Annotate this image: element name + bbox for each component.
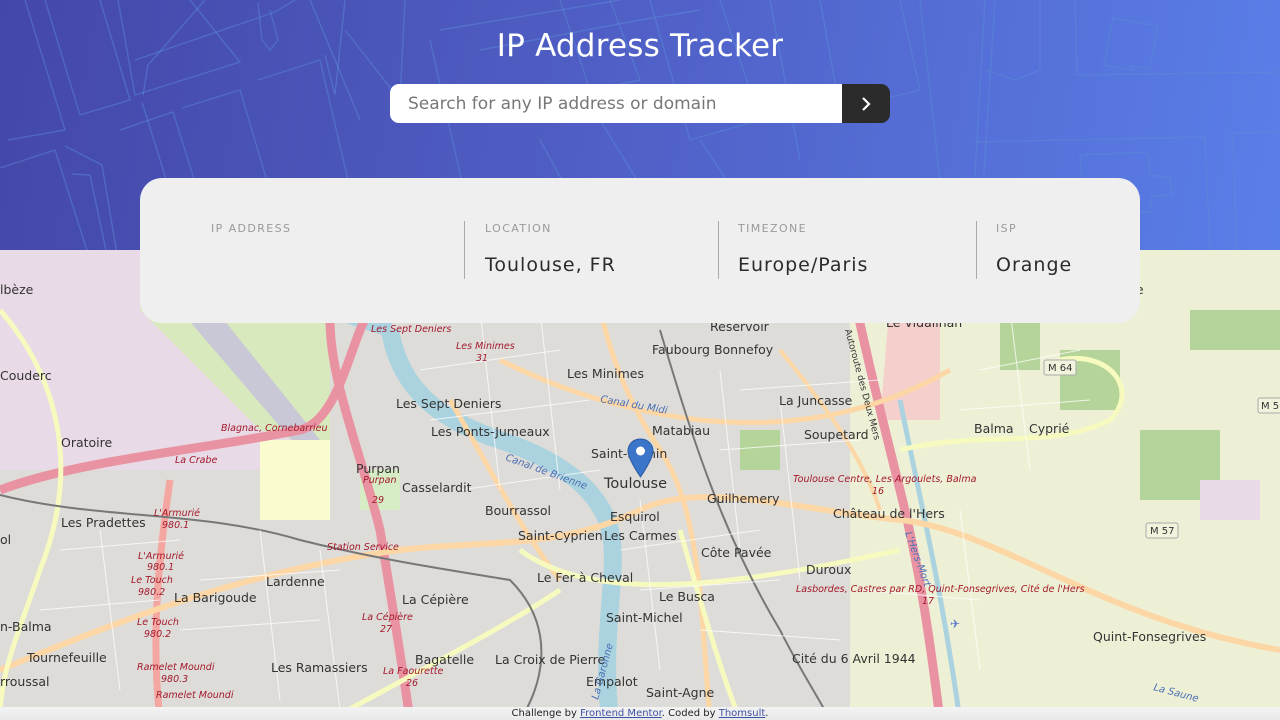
divider [718,221,719,279]
map-label: Balma [974,421,1014,436]
transit-label: Purpan [363,475,397,486]
transit-label: La Crabe [175,455,218,466]
map-label: Faubourg Bonnefoy [652,342,774,357]
footer-text: Challenge by [511,708,581,719]
location-value: Toulouse, FR [485,254,616,276]
transit-label: Toulouse Centre, Les Argoulets, Balma [793,474,977,485]
transit-label: 31 [476,353,488,364]
map-label: Couderc [0,368,52,383]
isp-label: ISP [996,222,1018,235]
transit-label: Blagnac, Cornebarrieu [221,423,328,434]
transit-label: Ramelet Moundi [137,662,215,673]
map-label: Quint-Fonsegrives [1093,629,1206,644]
timezone-label: TIMEZONE [738,222,807,235]
map-label: Oratoire [61,435,113,450]
search-input[interactable] [390,84,842,123]
map-label: Les Ramassiers [271,660,368,675]
map-label: Matabiau [652,423,710,438]
map-label-city: Toulouse [603,476,667,492]
map-label: La Cépière [402,592,469,607]
timezone-value: Europe/Paris [738,254,869,276]
transit-label: La Cépière [362,612,413,623]
transit-label: 980.1 [147,562,174,573]
map-label: Les Minimes [567,366,644,381]
transit-label: 980.1 [162,520,189,531]
map-label: Cyprié [1029,421,1070,436]
transit-label: 16 [872,486,884,497]
road-shield-label: M 64 [1048,363,1073,374]
map-label: Côte Pavée [701,545,772,560]
map-label: Bagatelle [415,652,474,667]
transit-label: Station Service [327,542,399,553]
map-label: Casselardit [402,480,472,495]
transit-label: Le Touch [137,617,179,628]
map-label: Tournefeuille [26,650,107,665]
map-label: Esquirol [610,509,660,524]
isp-value: Orange [996,254,1073,276]
map-label: ol [0,532,11,547]
author-link[interactable]: Thomsult [719,708,766,719]
transit-label: 26 [406,678,418,689]
chevron-right-icon [861,96,871,111]
page-title: IP Address Tracker [496,28,784,64]
map-pin-icon[interactable] [627,438,654,478]
transit-label: Ramelet Moundi [156,690,234,701]
ip-info-card: IP ADDRESS LOCATION Toulouse, FR TIMEZON… [140,178,1140,323]
divider [464,221,465,279]
transit-label: 17 [922,596,934,607]
search-form [390,84,890,123]
map-label: Saint-Agne [646,685,715,700]
ip-address-label: IP ADDRESS [211,222,292,235]
transit-label: 980.3 [161,674,188,685]
map-label: Le Busca [659,589,715,604]
map-label: rroussal [0,674,50,689]
transit-label: 29 [372,495,384,506]
footer-text: . Coded by [661,708,719,719]
road-shield-label: M 5 [1261,401,1279,412]
footer-text: . [765,708,769,719]
transit-label: Lasbordes, Castres par RD, Quint-Fonsegr… [796,584,1085,595]
airport-icon: ✈ [950,617,960,631]
transit-label: Le Touch [131,575,173,586]
road-shield-label: M 57 [1150,526,1175,537]
map-label: Les Sept Deniers [396,396,501,411]
transit-label: L'Armurié [138,551,184,562]
transit-label: 980.2 [144,629,171,640]
map-label: lbèze [0,282,34,297]
map-label: Lardenne [266,574,325,589]
divider [976,221,977,279]
map-label: Château de l'Hers [833,506,945,521]
transit-label: 980.2 [138,587,165,598]
transit-label: La Faourette [383,666,443,677]
map-label: Saint-Cyprien [518,528,603,543]
map-label: Les Ponts-Jumeaux [431,424,550,439]
map-label: Bourrassol [485,503,551,518]
map-label: La Croix de Pierre [495,652,605,667]
map-label: Soupetard [804,427,869,442]
map-label: Guilhemery [707,491,780,506]
map-label: Les Pradettes [61,515,146,530]
transit-label: Les Minimes [456,341,515,352]
map-label: Le Fer à Cheval [537,570,633,585]
map-label: Les Carmes [604,528,677,543]
location-label: LOCATION [485,222,552,235]
map-label: n-Balma [0,619,52,634]
transit-label: L'Armurié [154,508,200,519]
search-submit-button[interactable] [842,84,890,123]
map-label: Cité du 6 Avril 1944 [792,651,916,666]
frontend-mentor-link[interactable]: Frontend Mentor [580,708,662,719]
map-label: La Barigoude [174,590,257,605]
attribution-footer: Challenge by Frontend Mentor. Coded by T… [0,707,1280,720]
transit-label: Les Sept Deniers [371,324,451,335]
map-label: Purpan [356,461,400,476]
transit-label: 27 [380,624,392,635]
map-label: La Juncasse [779,393,853,408]
map-label: Saint-Michel [606,610,683,625]
map-label: Duroux [806,562,851,577]
